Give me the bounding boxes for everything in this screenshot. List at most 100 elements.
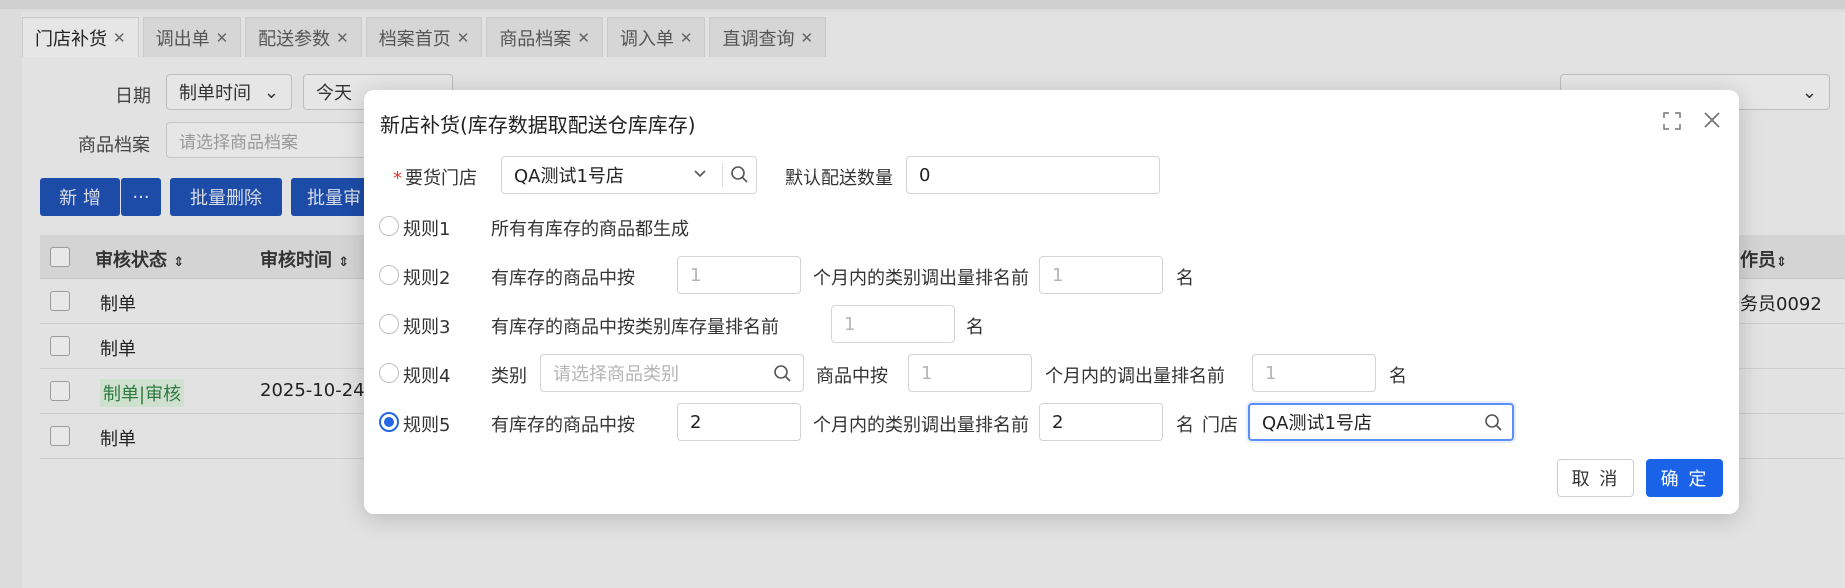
select-all-checkbox[interactable] [50,247,70,267]
chevron-down-icon [692,165,708,186]
search-icon[interactable] [1484,413,1502,436]
tab-label: 调入单 [619,28,674,50]
store-row: * 要货门店 QA测试1号店 默认配送数量 0 [379,156,1719,194]
close-icon[interactable]: ✕ [336,29,349,47]
tab-transfer-in[interactable]: 调入单 ✕ [606,17,706,57]
tab-label: 配送参数 [258,28,331,50]
tab-direct-query[interactable]: 直调查询 ✕ [709,17,827,57]
rule4-rank-placeholder: 1 [1265,362,1277,384]
date-range-value: 今天 [316,83,352,104]
rule1-radio[interactable] [379,216,399,236]
rule1-row: 规则1 所有有库存的商品都生成 [379,207,1719,245]
rule4-text-a: 商品中按 [816,366,888,387]
confirm-label: 确 定 [1660,469,1709,490]
row-checkbox[interactable] [50,291,70,311]
cancel-button[interactable]: 取 消 [1557,459,1634,497]
required-mark: * [393,168,402,189]
more-button[interactable]: ··· [121,178,161,216]
batch-audit-button[interactable]: 批量审 [291,178,371,216]
fullscreen-icon[interactable] [1663,112,1681,135]
rule4-unit: 名 [1389,366,1407,387]
rule3-unit: 名 [966,317,984,338]
rule4-rank-input[interactable]: 1 [1252,354,1376,392]
close-icon[interactable]: ✕ [113,29,126,47]
tab-transfer-out[interactable]: 调出单 ✕ [142,17,242,57]
row-checkbox[interactable] [50,426,70,446]
product-label: 商品档案 [78,135,150,156]
store-label: * 要货门店 [393,164,477,190]
row-time: 2025-10-24 [260,380,365,401]
rule2-unit: 名 [1176,268,1194,289]
close-icon[interactable]: ✕ [800,29,813,47]
tab-product-archive[interactable]: 商品档案 ✕ [486,17,603,57]
rule5-rank-value: 2 [1052,411,1064,433]
rule4-radio[interactable] [379,363,399,383]
row-checkbox[interactable] [50,336,70,356]
top-bar [0,0,1845,9]
tab-delivery-params[interactable]: 配送参数 ✕ [245,17,362,57]
default-qty-value: 0 [919,164,931,186]
tab-label: 商品档案 [499,28,572,50]
close-icon[interactable]: ✕ [680,29,693,47]
header-audit-status[interactable]: 审核状态 ⇕ [95,246,184,272]
rule3-radio[interactable] [379,314,399,334]
rule2-row: 规则2 有库存的商品中按 1 个月内的类别调出量排名前 1 名 [379,256,1719,294]
rule2-radio[interactable] [379,265,399,285]
product-input[interactable]: 请选择商品档案 [166,122,386,158]
rule2-rank-placeholder: 1 [1052,264,1064,286]
rule2-text-b: 个月内的类别调出量排名前 [813,268,1029,289]
rule3-rank-input[interactable]: 1 [831,305,955,343]
close-icon[interactable]: ✕ [577,29,590,47]
default-qty-input[interactable]: 0 [906,156,1160,194]
batch-delete-button[interactable]: 批量删除 [170,178,282,216]
rule5-rank-input[interactable]: 2 [1039,403,1163,441]
tab-label: 档案首页 [378,28,451,50]
date-label: 日期 [115,86,151,107]
product-placeholder: 请选择商品档案 [179,132,298,153]
store-select[interactable]: QA测试1号店 [501,156,757,194]
rule2-label: 规则2 [403,268,451,289]
rule5-months-value: 2 [690,411,702,433]
row-operator: 务员0092 [1740,294,1822,315]
rule2-rank-input[interactable]: 1 [1039,256,1163,294]
add-button[interactable]: 新 增 [40,178,120,216]
rule1-text: 所有有库存的商品都生成 [491,219,689,240]
more-label: ··· [132,186,150,208]
rule4-category-input[interactable]: 请选择商品类别 [540,354,804,392]
close-icon[interactable]: ✕ [216,29,229,47]
rule5-text-b: 个月内的类别调出量排名前 [813,415,1029,436]
rule4-months-placeholder: 1 [921,362,933,384]
tab-store-replenish[interactable]: 门店补货 ✕ [22,17,139,57]
search-icon[interactable] [730,165,748,188]
rule5-label: 规则5 [403,415,451,436]
rule2-months-input[interactable]: 1 [677,256,801,294]
tab-bar: 门店补货 ✕ 调出单 ✕ 配送参数 ✕ 档案首页 ✕ 商品档案 ✕ 调入单 ✕ 直调查询 ✕ [22,17,827,57]
confirm-button[interactable]: 确 定 [1646,459,1723,497]
date-type-select[interactable]: 制单时间 ⌄ [166,74,292,110]
header-label: 审核时间 [260,250,332,271]
row-status: 制单 [100,429,136,450]
rule4-category-placeholder: 请选择商品类别 [553,364,679,385]
header-operator[interactable]: 作员⇕ [1740,246,1787,272]
rule5-months-input[interactable]: 2 [677,403,801,441]
sort-icon: ⇕ [338,255,350,270]
close-icon[interactable]: ✕ [457,29,470,47]
rule4-months-input[interactable]: 1 [908,354,1032,392]
search-icon[interactable] [773,364,791,387]
rule5-row: 规则5 有库存的商品中按 2 个月内的类别调出量排名前 2 名 门店 QA测试1… [379,403,1719,441]
rule3-row: 规则3 有库存的商品中按类别库存量排名前 1 名 [379,305,1719,343]
sort-icon: ⇕ [1776,255,1787,270]
row-status: 制单 [100,339,136,360]
batch-audit-label: 批量审 [307,188,361,209]
rule5-store-input[interactable]: QA测试1号店 [1248,403,1514,441]
row-status: 制单 [100,294,136,315]
sort-icon: ⇕ [173,255,185,270]
rule5-radio[interactable] [379,412,399,432]
row-checkbox[interactable] [50,381,70,401]
tab-label: 门店补货 [35,28,107,50]
close-icon[interactable] [1702,110,1722,135]
tab-archive-home[interactable]: 档案首页 ✕ [365,17,483,57]
header-audit-time[interactable]: 审核时间 ⇕ [260,246,349,272]
date-type-value: 制单时间 [179,83,251,104]
rule2-months-placeholder: 1 [690,264,702,286]
